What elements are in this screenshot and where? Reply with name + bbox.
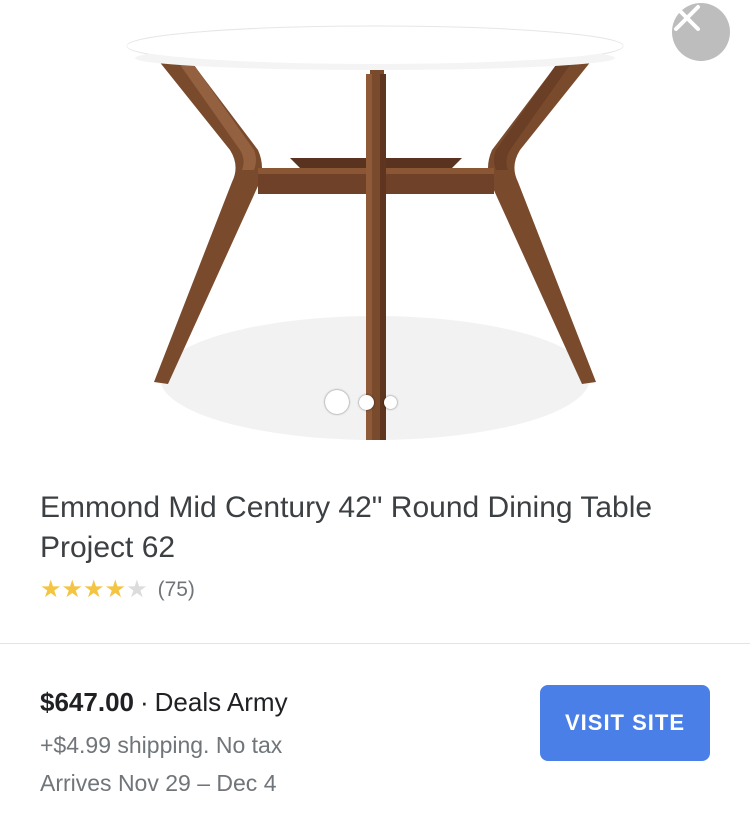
product-title-line-2: Project 62 [40,531,176,564]
product-image-carousel[interactable] [0,0,750,460]
separator: · [139,687,149,717]
arrival-info: Arrives Nov 29 – Dec 4 [40,770,277,796]
offer-details: $647.00 · Deals Army +$4.99 shipping. No t… [40,685,288,799]
carousel-dot-2[interactable] [359,394,374,410]
price-line: $647.00 · Deals Army [40,685,288,719]
carousel-dot-1[interactable] [325,390,349,414]
star-icon: ★ [40,576,62,603]
star-icon: ★ [126,576,148,603]
star-rating: ★ ★ ★ ★ ★ [40,577,148,603]
store-name: Deals Army [154,687,288,717]
carousel-dot-3[interactable] [384,395,397,409]
carousel-indicator [325,389,397,415]
star-icon: ★ [104,576,127,603]
review-count: (75) [157,578,195,601]
close-icon [674,5,700,31]
product-rating[interactable]: ★ ★ ★ ★ ★ (75) [40,577,195,603]
shipping-info: +$4.99 shipping. No tax [40,732,283,758]
divider [0,643,750,644]
price: $647.00 [40,687,134,717]
visit-site-button[interactable]: VISIT SITE [540,685,710,761]
star-icon: ★ [83,576,105,603]
close-button[interactable] [672,3,730,61]
product-title: Emmond Mid Century 42" Round Dining Tabl… [40,488,720,568]
product-title-line-1: Emmond Mid Century 42" Round Dining Tabl… [40,491,653,524]
star-icon: ★ [61,576,84,603]
